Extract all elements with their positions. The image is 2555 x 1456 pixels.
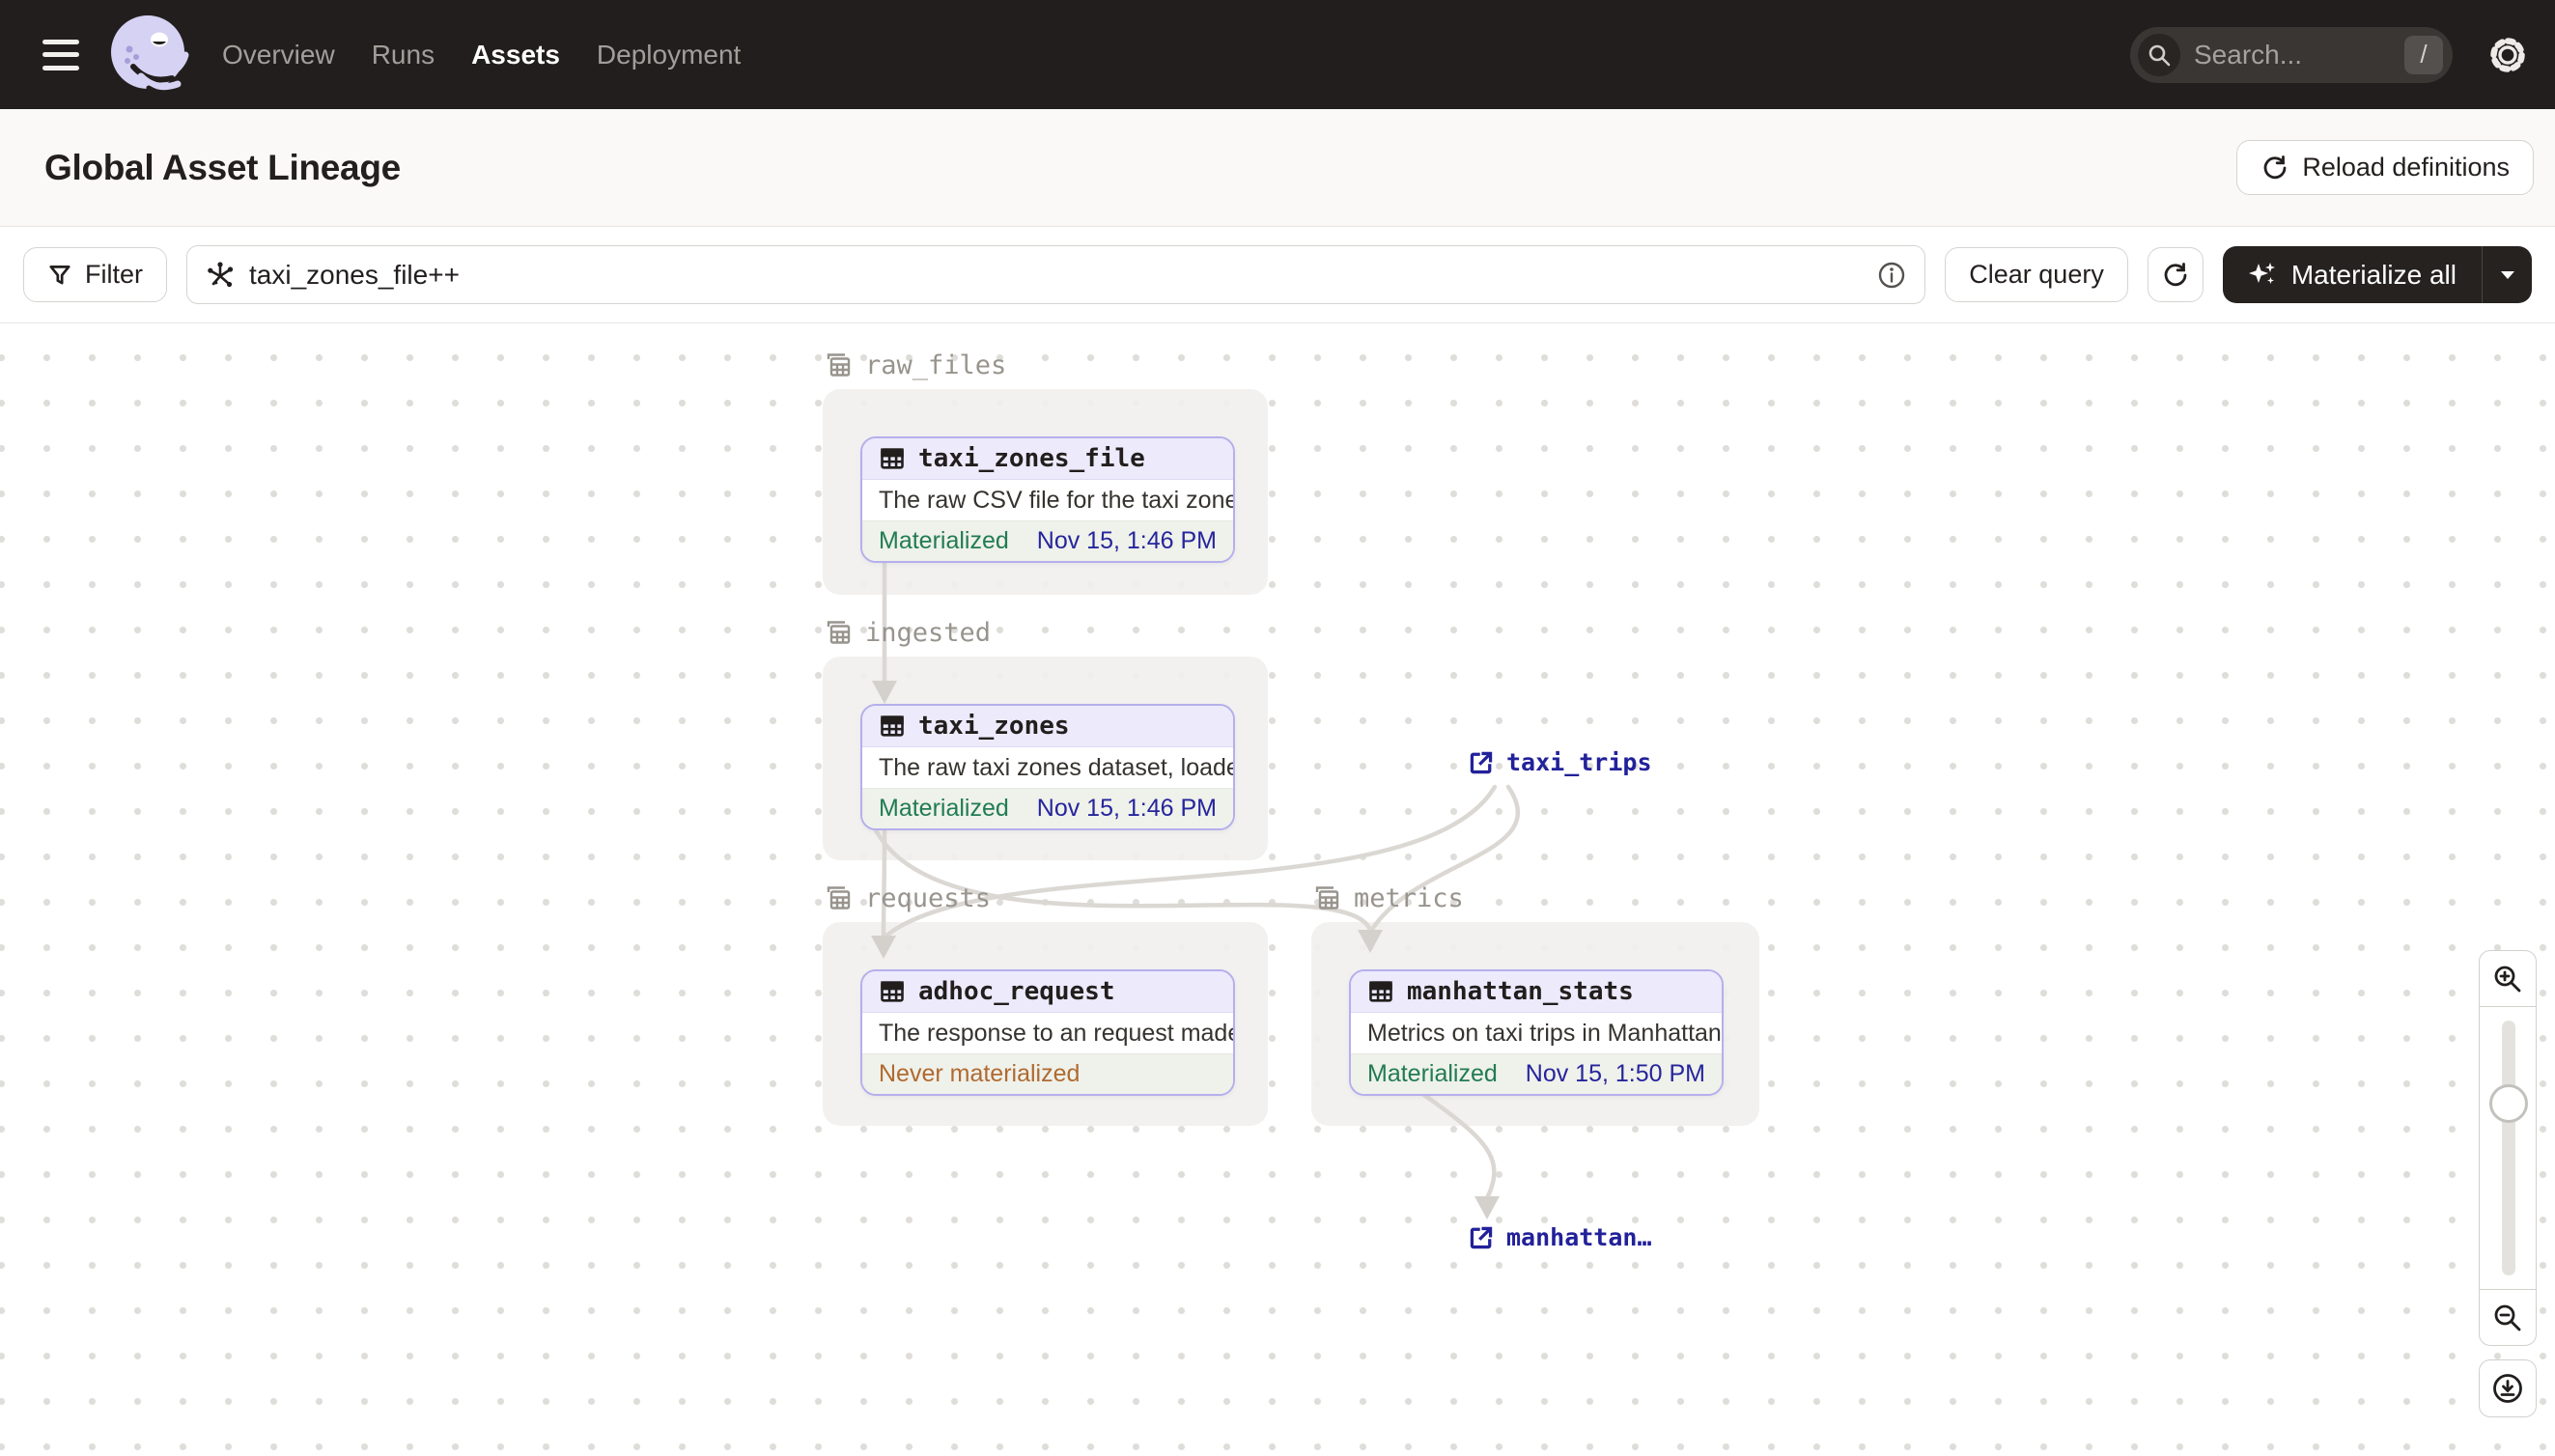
group-table-icon: [827, 353, 851, 377]
filter-label: Filter: [85, 260, 143, 289]
group-label-requests[interactable]: requests: [823, 882, 991, 913]
group-name: ingested: [865, 617, 992, 648]
group-name: requests: [865, 882, 992, 913]
status-badge: Never materialized: [879, 1060, 1081, 1087]
asset-name: taxi_zones: [918, 712, 1070, 741]
external-asset-taxi-trips[interactable]: taxi_trips: [1468, 748, 1652, 776]
asset-node-taxi-zones-file[interactable]: taxi_zones_file The raw CSV file for the…: [860, 436, 1235, 563]
table-icon: [881, 981, 904, 1002]
asset-description: Metrics on taxi trips in Manhattan: [1351, 1013, 1722, 1054]
lineage-edges: [871, 560, 1520, 1219]
sparkle-icon: [2248, 262, 2275, 284]
clear-query-label: Clear query: [1969, 260, 2104, 289]
table-icon: [881, 715, 904, 737]
table-icon: [1369, 981, 1392, 1002]
materialize-all-button[interactable]: Materialize all: [2223, 246, 2482, 303]
tab-deployment[interactable]: Deployment: [597, 40, 741, 70]
asset-selection-icon: [208, 261, 234, 287]
external-link-icon: [1470, 1226, 1493, 1248]
group-name: raw_files: [865, 350, 1007, 380]
funnel-icon: [49, 265, 70, 284]
search-icon: [2138, 33, 2180, 76]
download-icon: [2493, 1374, 2522, 1403]
materialization-timestamp[interactable]: Nov 15, 1:46 PM: [1037, 527, 1217, 555]
zoom-slider-track[interactable]: [2502, 1021, 2515, 1275]
asset-query-input[interactable]: [249, 259, 1864, 291]
status-badge: Materialized: [1367, 1060, 1498, 1087]
tab-overview[interactable]: Overview: [222, 40, 335, 70]
global-search[interactable]: /: [2130, 26, 2453, 83]
dagster-logo[interactable]: [104, 11, 193, 99]
nav-tabs: Overview Runs Assets Deployment: [222, 40, 741, 70]
group-table-icon: [1315, 886, 1339, 910]
group-name: metrics: [1354, 882, 1464, 913]
refresh-icon: [2263, 154, 2287, 179]
lineage-canvas[interactable]: raw_files ingested requests metrics taxi…: [0, 323, 2555, 1456]
group-table-icon: [827, 886, 851, 910]
asset-name: adhoc_request: [918, 977, 1115, 1006]
external-asset-name: taxi_trips: [1506, 748, 1652, 776]
group-label-raw-files[interactable]: raw_files: [823, 350, 1006, 380]
top-nav: Overview Runs Assets Deployment /: [0, 0, 2555, 109]
clear-query-button[interactable]: Clear query: [1945, 247, 2128, 302]
group-label-metrics[interactable]: metrics: [1311, 882, 1464, 913]
materialize-options-caret[interactable]: [2482, 246, 2532, 303]
refresh-graph-button[interactable]: [2147, 247, 2204, 302]
zoom-out-button[interactable]: [2479, 1289, 2537, 1346]
asset-description: The response to an request made in th...: [862, 1013, 1233, 1054]
materialize-all-label: Materialize all: [2290, 259, 2457, 290]
page-header: Global Asset Lineage Reload definitions: [0, 109, 2555, 227]
lineage-toolbar: Filter Clear query: [0, 227, 2555, 323]
asset-description: The raw taxi zones dataset, loaded int..…: [862, 747, 1233, 789]
status-badge: Materialized: [879, 795, 1009, 822]
reload-definitions-button[interactable]: Reload definitions: [2236, 140, 2534, 195]
external-link-icon: [1470, 751, 1493, 773]
materialization-timestamp[interactable]: Nov 15, 1:50 PM: [1526, 1060, 1705, 1088]
page-title: Global Asset Lineage: [44, 147, 401, 187]
asset-description: The raw CSV file for the taxi zones dat.…: [862, 480, 1233, 521]
zoom-controls: [2479, 950, 2537, 1417]
zoom-slider[interactable]: [2479, 1007, 2537, 1289]
hamburger-menu-icon[interactable]: [42, 39, 79, 70]
reload-definitions-label: Reload definitions: [2302, 153, 2510, 182]
tab-runs[interactable]: Runs: [372, 40, 435, 70]
asset-node-manhattan-stats[interactable]: manhattan_stats Metrics on taxi trips in…: [1349, 969, 1724, 1096]
zoom-in-icon: [2494, 966, 2521, 992]
asset-node-adhoc-request[interactable]: adhoc_request The response to an request…: [860, 969, 1235, 1096]
materialization-timestamp[interactable]: Nov 15, 1:46 PM: [1037, 795, 1217, 823]
table-icon: [881, 448, 904, 469]
external-asset-name: manhattan…: [1506, 1223, 1652, 1251]
group-label-ingested[interactable]: ingested: [823, 617, 991, 648]
tab-assets[interactable]: Assets: [471, 40, 560, 70]
group-table-icon: [827, 621, 851, 644]
filter-button[interactable]: Filter: [23, 247, 167, 302]
status-badge: Materialized: [879, 527, 1009, 554]
settings-gear-icon[interactable]: [2485, 33, 2530, 77]
search-shortcut-badge: /: [2404, 35, 2443, 74]
asset-node-taxi-zones[interactable]: taxi_zones The raw taxi zones dataset, l…: [860, 704, 1235, 830]
search-input[interactable]: [2180, 39, 2404, 70]
external-asset-manhattan[interactable]: manhattan…: [1468, 1223, 1652, 1251]
asset-name: manhattan_stats: [1407, 977, 1634, 1006]
zoom-slider-handle[interactable]: [2489, 1084, 2528, 1123]
info-icon[interactable]: [1876, 260, 1907, 291]
asset-name: taxi_zones_file: [918, 444, 1145, 473]
caret-down-icon: [2500, 270, 2514, 279]
asset-query-field[interactable]: [186, 245, 1926, 304]
zoom-in-button[interactable]: [2479, 950, 2537, 1007]
materialize-all-split-button: Materialize all: [2222, 246, 2532, 303]
refresh-icon: [2164, 262, 2187, 286]
download-image-button[interactable]: [2479, 1359, 2537, 1417]
zoom-out-icon: [2494, 1304, 2521, 1330]
